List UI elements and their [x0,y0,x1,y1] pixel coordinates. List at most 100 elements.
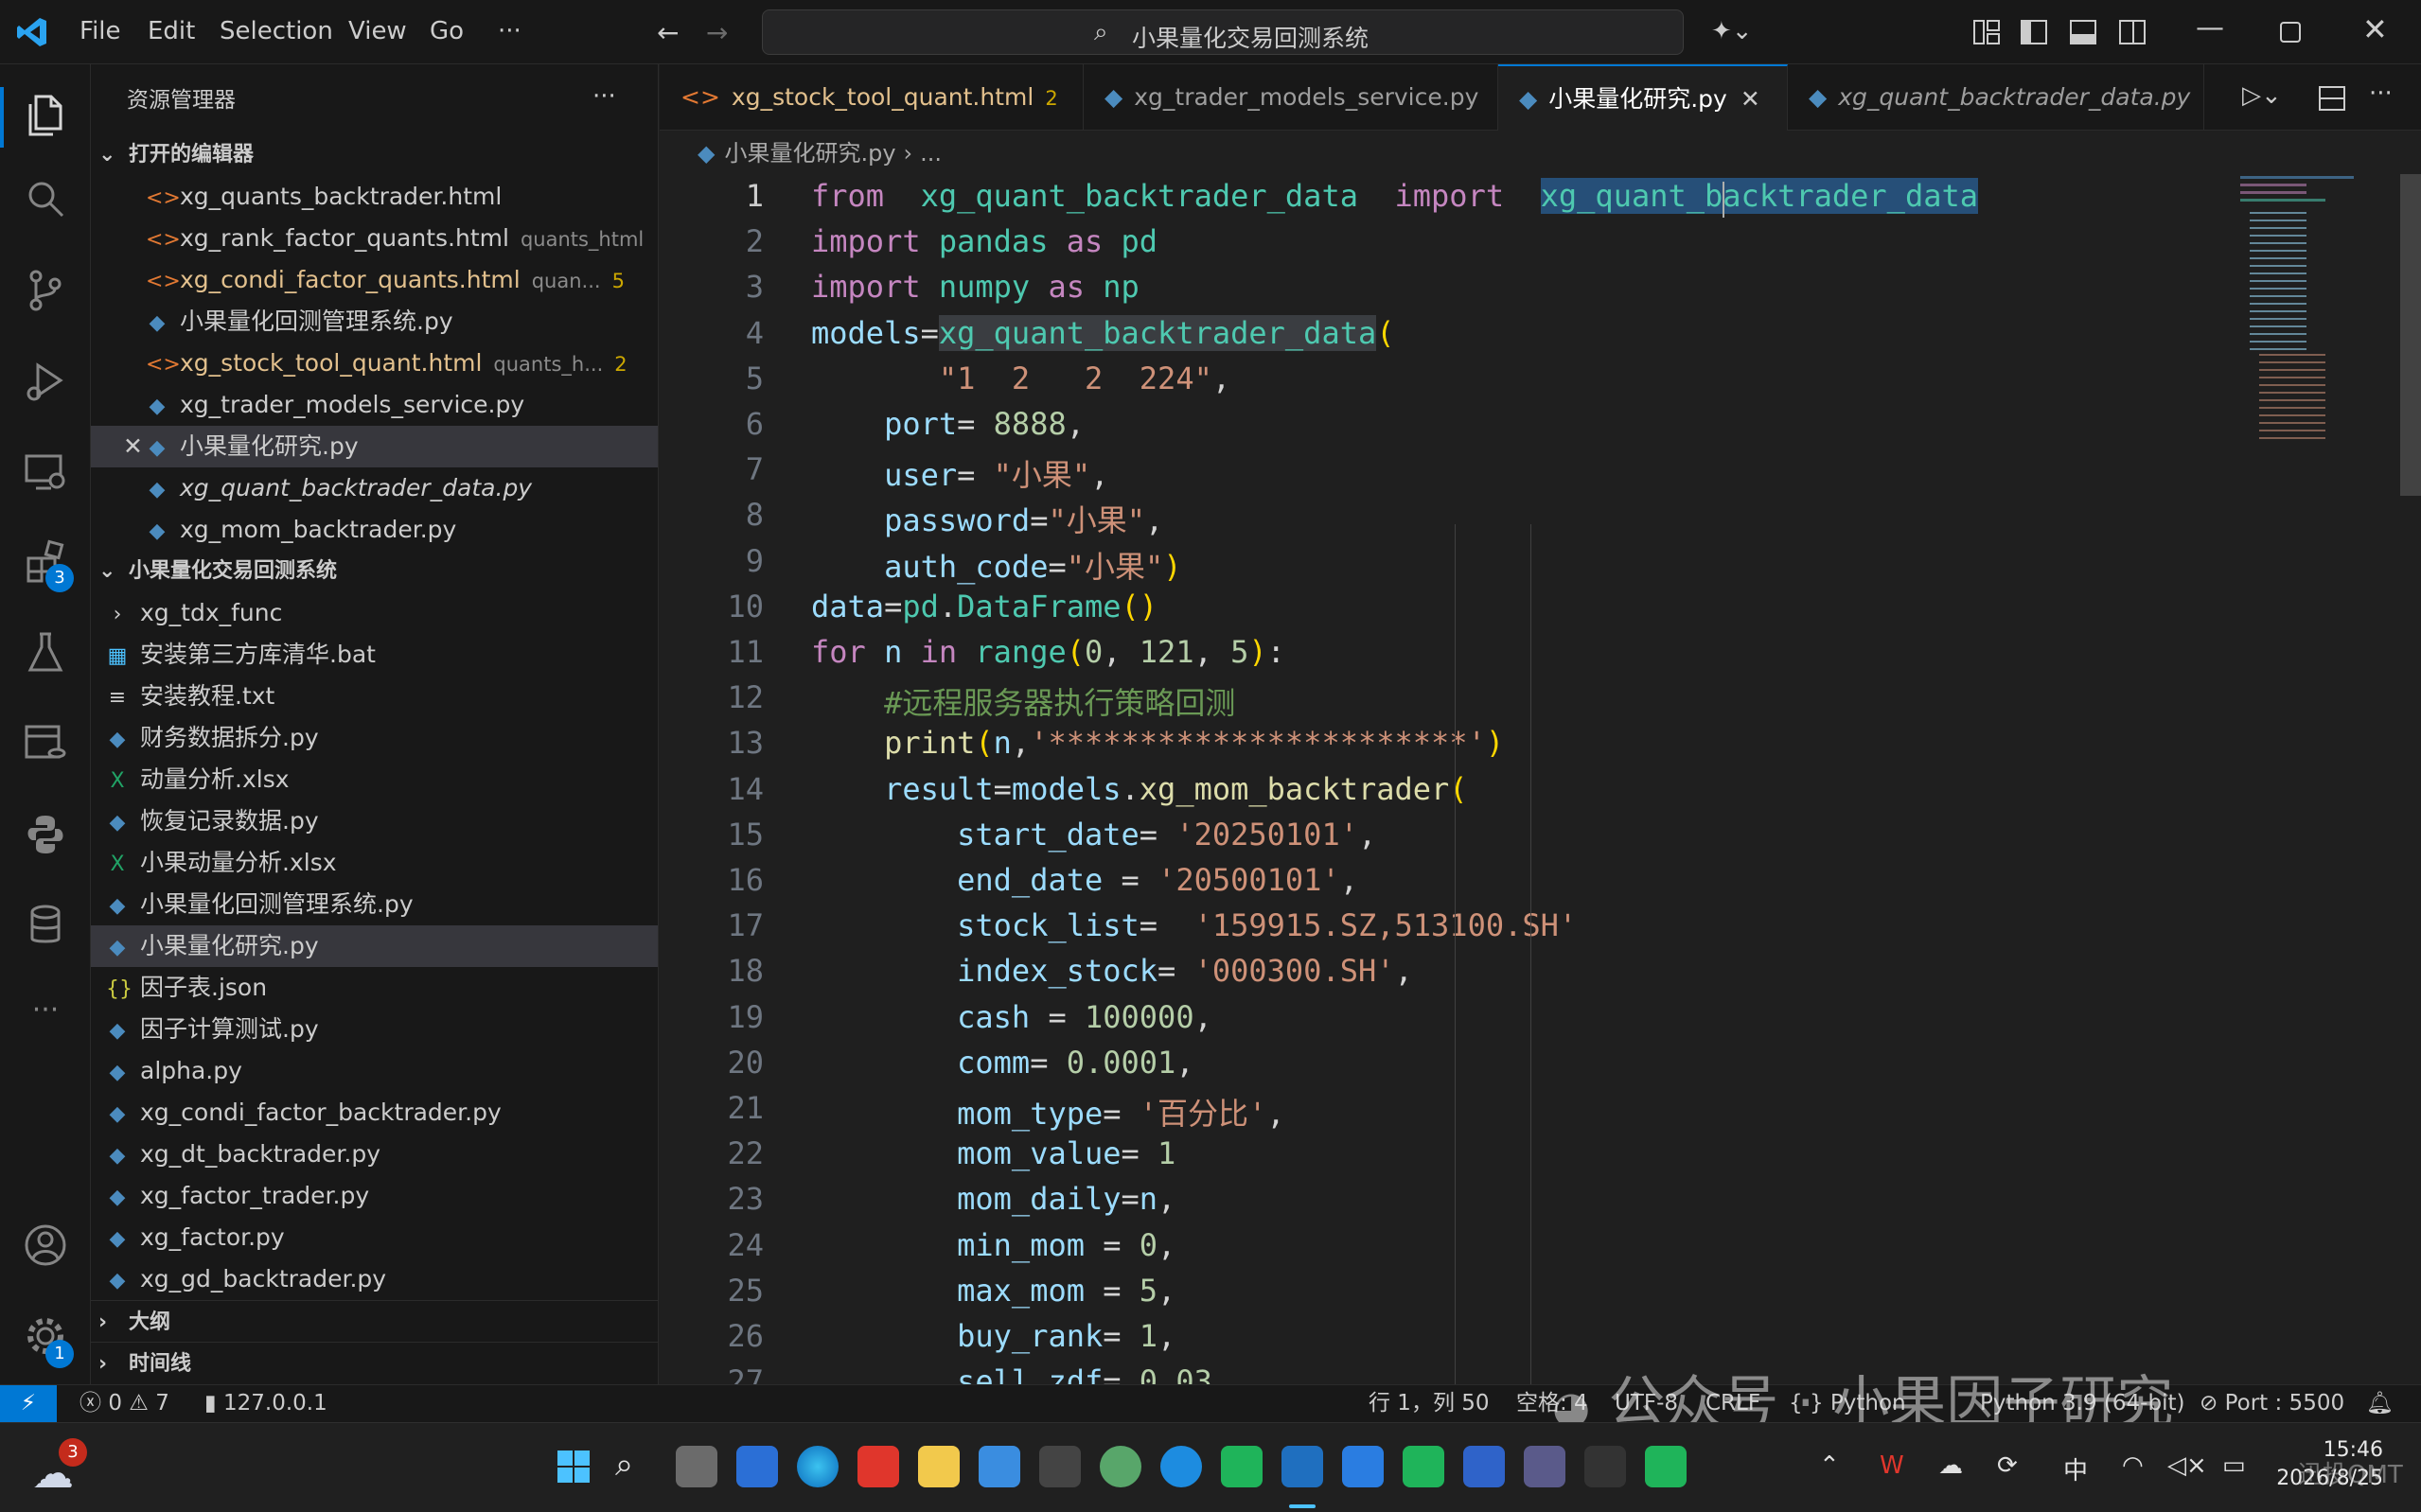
maximize-icon[interactable] [2279,21,2302,44]
port-forward-indicator[interactable]: ▮ 127.0.0.1 [204,1385,327,1421]
file-item[interactable]: ▦ 安装第三方库清华.bat [91,634,658,676]
code-editor[interactable]: 1 2 3 4 5 6 7 8 9 10 11 12 13 14 15 16 17 18 19 20 21 22 23 24 2… [660,174,2421,1384]
menu-view[interactable]: View [348,17,407,45]
windows-start-icon[interactable] [557,1450,591,1484]
breadcrumb-symbol[interactable]: ... [920,140,942,167]
open-editor-item[interactable]: ◆ xg_mom_backtrader.py [91,509,658,551]
tray-sync-icon[interactable]: ⟳ [1997,1451,2018,1480]
open-editor-item[interactable]: <>xg_quants_backtrader.html [91,176,658,218]
file-item[interactable]: ◆ xg_condi_factor_backtrader.py [91,1092,658,1134]
tray-wps-icon[interactable]: W [1880,1451,1904,1480]
menu-more-icon[interactable]: ··· [498,17,521,45]
editor-more-icon[interactable]: ··· [2369,79,2393,108]
source-control-icon[interactable] [21,265,70,314]
breadcrumb-file[interactable]: 小果量化研究.py [724,140,895,167]
remote-indicator[interactable]: ⚡ [0,1385,57,1423]
close-window-icon[interactable]: ✕ [2362,11,2388,47]
remote-desktop-icon[interactable] [1524,1446,1565,1487]
run-python-icon[interactable]: ▷⌄ [2242,81,2282,110]
file-item[interactable]: ◆ alpha.py [91,1050,658,1092]
timeline-header[interactable]: › 时间线 [91,1344,658,1384]
tab-xg-trader-models-service[interactable]: ◆ xg_trader_models_service.py [1084,64,1498,131]
file-item[interactable]: ◆ 恢复记录数据.py [91,800,658,842]
terminal-icon[interactable] [1584,1446,1626,1487]
menu-selection[interactable]: Selection [220,17,333,45]
python-icon[interactable] [21,810,70,859]
chat-app-icon[interactable] [1645,1446,1687,1487]
run-debug-icon[interactable] [21,356,70,405]
folder-header[interactable]: ⌄ 小果量化交易回测系统 [91,551,658,592]
wps-icon[interactable] [857,1446,899,1487]
wechat-taskbar-icon[interactable] [1403,1446,1444,1487]
open-editor-item[interactable]: ◆ xg_trader_models_service.py [91,384,658,426]
file-item[interactable]: ≡ 安装教程.txt [91,676,658,717]
open-editor-item[interactable]: ◆ 小果量化回测管理系统.py [91,301,658,343]
database-view-icon[interactable] [21,719,70,768]
messaging-app-icon[interactable] [1221,1446,1263,1487]
file-item[interactable]: ◆ xg_gd_backtrader.py [91,1258,658,1300]
tray-overflow-icon[interactable]: ⌃ [1819,1451,1840,1480]
editor-scrollbar[interactable] [2400,174,2421,496]
open-editors-header[interactable]: ⌄ 打开的编辑器 [91,134,658,176]
open-editor-item[interactable]: <>xg_condi_factor_quants.html quan... 5 [91,259,658,301]
trading-app-icon[interactable] [1342,1446,1384,1487]
edge-dev-icon[interactable] [1160,1446,1202,1487]
nav-forward-icon[interactable]: → [706,17,728,48]
edge-browser-icon[interactable] [797,1446,839,1487]
outline-header[interactable]: › 大纲 [91,1302,658,1344]
toggle-secondary-sidebar-icon[interactable] [2118,19,2147,45]
app-icon[interactable] [1039,1446,1081,1487]
open-editor-item[interactable]: ✕ ◆ 小果量化研究.py [91,426,658,467]
file-item[interactable]: X 动量分析.xlsx [91,759,658,800]
menu-file[interactable]: File [80,17,121,45]
search-view-icon[interactable] [21,174,70,223]
file-explorer-icon[interactable] [918,1446,960,1487]
customize-layout-icon[interactable] [1972,19,2001,45]
file-item[interactable]: ◆ 财务数据拆分.py [91,717,658,759]
input-method-indicator[interactable]: 中 [2063,1451,2088,1486]
file-item[interactable]: ◆ xg_factor.py [91,1217,658,1258]
close-tab-icon[interactable]: ✕ [1741,85,1760,113]
task-view-icon[interactable] [676,1446,717,1487]
copilot-icon[interactable]: ✦⌄ [1711,17,1753,45]
more-views-icon[interactable]: ··· [21,992,70,1041]
minimize-icon[interactable]: — [2196,11,2224,44]
tray-cloud-icon[interactable]: ☁ [1938,1451,1963,1480]
search-app-icon[interactable] [1463,1446,1505,1487]
problems-indicator[interactable]: ⓧ 0 ⚠ 7 [80,1385,169,1421]
accounts-icon[interactable] [21,1221,70,1270]
explorer-icon[interactable] [21,91,70,140]
file-item[interactable]: ◆ 小果量化回测管理系统.py [91,884,658,925]
minimap[interactable] [2240,174,2392,458]
live-server-port[interactable]: ⊘ Port : 5500 [2200,1385,2344,1421]
menu-edit[interactable]: Edit [148,17,195,45]
command-center-search[interactable]: ⌕ 小果量化交易回测系统 [762,9,1684,55]
ms-store-icon[interactable] [979,1446,1020,1487]
open-editor-item[interactable]: ◆ xg_quant_backtrader_data.py [91,467,658,509]
close-editor-icon[interactable]: ✕ [123,426,143,467]
sql-database-icon[interactable] [21,901,70,950]
volume-muted-icon[interactable]: ◁× [2167,1451,2207,1480]
file-item[interactable]: {} 因子表.json [91,967,658,1009]
outlook-icon[interactable] [736,1446,778,1487]
toggle-panel-icon[interactable] [2069,19,2097,45]
wifi-icon[interactable]: ◠ [2122,1451,2144,1480]
remote-explorer-icon[interactable] [21,447,70,496]
testing-icon[interactable] [21,628,70,677]
split-editor-icon[interactable] [2318,85,2346,112]
vscode-taskbar-icon[interactable] [1281,1446,1323,1487]
open-editor-item[interactable]: <>xg_rank_factor_quants.html quants_html [91,218,658,259]
taskbar-search-icon[interactable]: ⌕ [615,1446,657,1487]
file-item[interactable]: X 小果动量分析.xlsx [91,842,658,884]
tab-xg-stock-tool-quant[interactable]: <> xg_stock_tool_quant.html 2 [660,64,1084,131]
notifications-bell-icon[interactable]: 🔔︎ [2366,1385,2394,1421]
explorer-more-icon[interactable]: ··· [592,76,640,117]
tab-xiaoguo-research[interactable]: ◆ 小果量化研究.py ✕ [1498,64,1788,131]
file-item[interactable]: ◆ 因子计算测试.py [91,1009,658,1050]
file-item[interactable]: › xg_tdx_func [91,592,658,634]
cursor-position[interactable]: 行 1，列 50 [1369,1385,1490,1421]
toggle-sidebar-icon[interactable] [2020,19,2048,45]
file-item[interactable]: ◆ xg_factor_trader.py [91,1175,658,1217]
open-editor-item[interactable]: <>xg_stock_tool_quant.html quants_h... 2 [91,343,658,384]
nav-back-icon[interactable]: ← [657,17,679,48]
